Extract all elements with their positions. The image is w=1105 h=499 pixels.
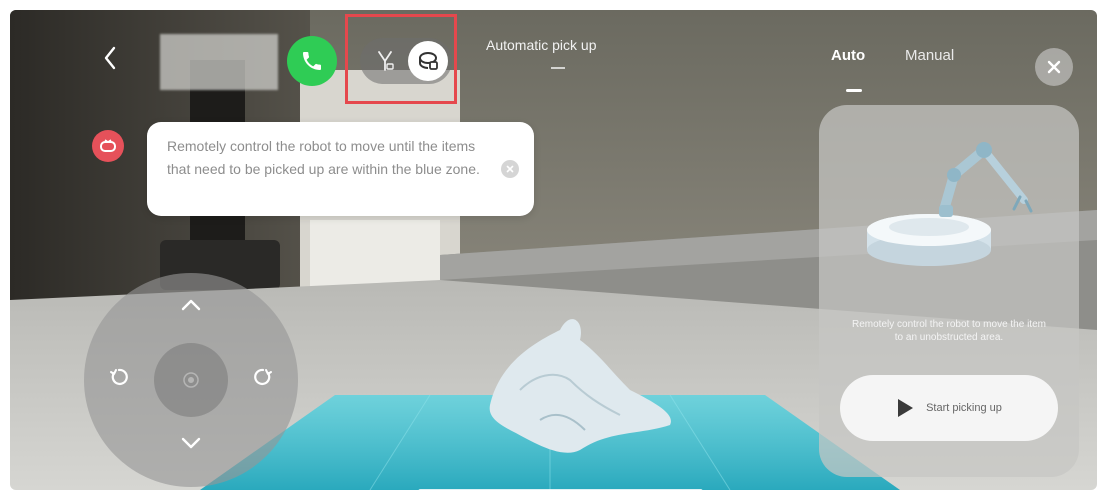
tooltip-text: Remotely control the robot to move until… (167, 138, 480, 177)
phone-icon (303, 52, 321, 70)
auto-pickup-panel: Remotely control the robot to move the i… (819, 105, 1079, 477)
back-button[interactable] (92, 38, 128, 78)
start-button-label: Start picking up (926, 402, 1002, 414)
rotate-cw-icon (254, 368, 272, 386)
call-button[interactable] (287, 36, 337, 86)
chevron-left-icon (104, 46, 116, 70)
chevron-down-icon (181, 437, 201, 449)
play-icon (898, 399, 914, 417)
manual-mode-option[interactable] (368, 44, 402, 78)
close-button[interactable] (1035, 48, 1073, 86)
panel-description: Remotely control the robot to move the i… (852, 319, 1046, 343)
robot-status-icon (92, 130, 124, 162)
robot-arm-illustration (867, 142, 1033, 266)
rotate-left-button[interactable] (101, 359, 137, 395)
move-backward-button[interactable] (173, 425, 209, 461)
rotate-right-button[interactable] (245, 359, 281, 395)
movement-joystick[interactable] (84, 273, 298, 487)
rotate-ccw-icon (110, 368, 128, 386)
close-icon (1047, 60, 1061, 74)
chevron-up-icon (181, 299, 201, 311)
tab-manual[interactable]: Manual (905, 47, 954, 64)
active-tab-indicator (846, 89, 862, 92)
claw-icon (378, 51, 394, 71)
close-icon (506, 165, 514, 173)
auto-mode-option[interactable] (408, 41, 448, 81)
move-forward-button[interactable] (173, 287, 209, 323)
mode-toggle[interactable] (360, 38, 452, 84)
tooltip-close-button[interactable] (501, 160, 519, 178)
start-picking-up-button[interactable]: Start picking up (840, 375, 1058, 441)
robot-scan-icon (419, 52, 438, 70)
robot-icon (100, 139, 116, 152)
joystick-center[interactable] (154, 343, 228, 417)
status-label: Automatic pick up (486, 37, 597, 53)
tab-auto[interactable]: Auto (831, 47, 865, 64)
status-indicator (551, 67, 565, 69)
caller-preview (160, 34, 278, 90)
app-screen: Automatic pick up Auto Manual Remotely c… (0, 0, 1105, 499)
center-dot-icon (183, 372, 199, 388)
home-indicator[interactable] (418, 489, 703, 494)
instruction-tooltip: Remotely control the robot to move until… (147, 122, 534, 216)
